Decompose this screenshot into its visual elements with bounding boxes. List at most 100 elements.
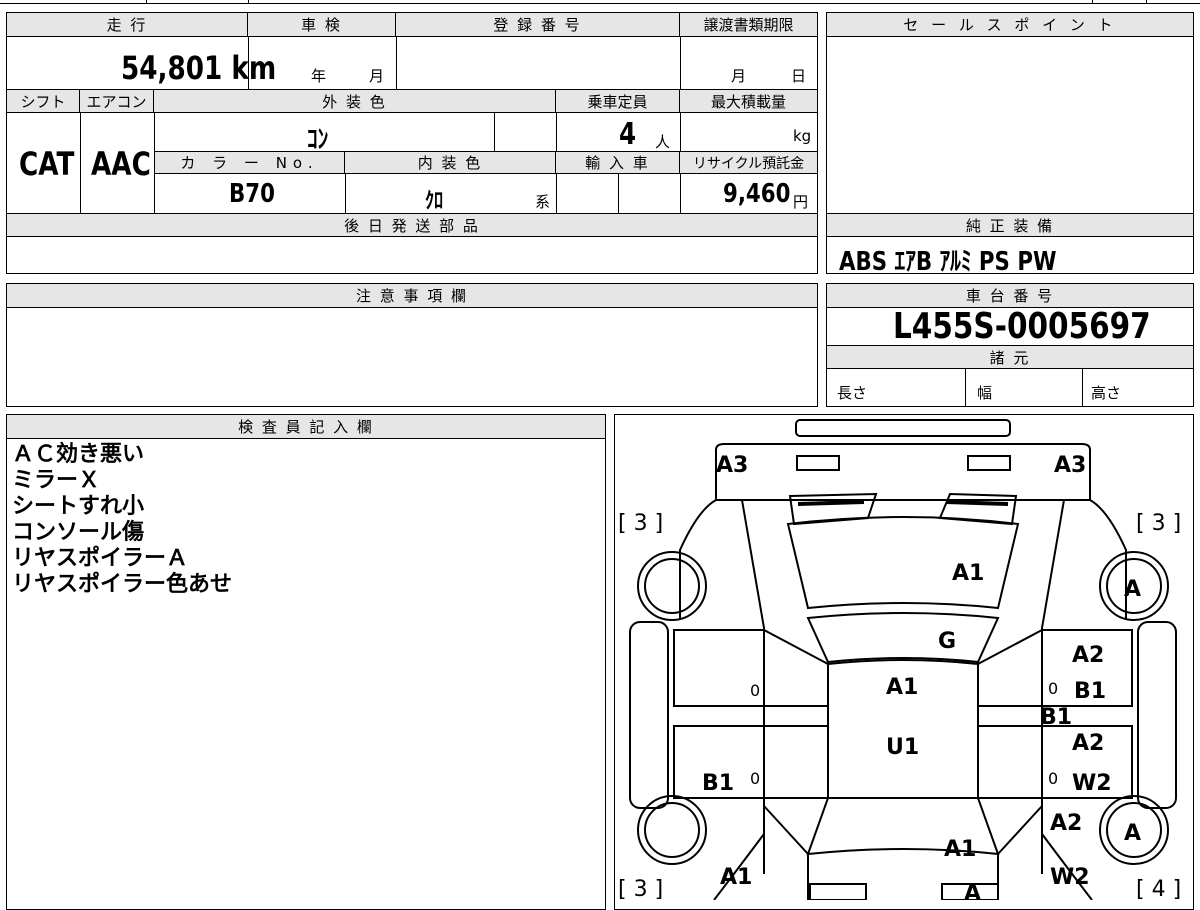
- recycle-unit: 円: [793, 193, 809, 211]
- mark-roof-rear: U1: [886, 735, 919, 760]
- mark-left-rear-bumper: A1: [720, 865, 752, 890]
- mark-rear-center: A: [964, 881, 981, 900]
- inspection-label: 車 検: [248, 13, 396, 37]
- max-load-unit: kg: [793, 127, 812, 145]
- interior-color-label: 内 装 色: [345, 152, 556, 174]
- interior-color-value: ｸﾛ: [425, 189, 444, 214]
- shift-label: シフト: [7, 90, 80, 113]
- capacity-label: 乗車定員: [556, 90, 680, 113]
- recycle-value: 9,460: [723, 179, 791, 209]
- height-label: 高さ: [1091, 384, 1122, 402]
- inspection-month-unit: 月: [369, 67, 385, 85]
- left-sill: [629, 621, 669, 809]
- capacity-value: 4: [619, 117, 637, 152]
- inspector-notes: ＡＣ効き悪い ミラーＸ シートすれ小 コンソール傷 リヤスポイラーＡ リヤスポイ…: [12, 442, 232, 598]
- top-strip-line: [0, 3, 1200, 4]
- mark-wheel-front-right: A: [1124, 577, 1141, 602]
- top-strip-divider: [146, 0, 147, 4]
- frame-panel: 車 台 番 号 L455S-0005697 諸 元 長さ 幅 高さ: [826, 283, 1194, 407]
- aircon-value: AAC: [91, 145, 151, 183]
- wheel-front-left: [637, 551, 707, 621]
- equipment-label: 純 正 装 備: [827, 214, 1193, 237]
- inspector-note: リヤスポイラー色あせ: [12, 572, 233, 597]
- cell-divider: [618, 174, 619, 213]
- wheel-rear-left: [637, 795, 707, 865]
- max-load-label: 最大積載量: [680, 90, 817, 113]
- exterior-color-label: 外 装 色: [154, 90, 556, 113]
- cell-divider: [345, 174, 346, 213]
- right-sill: [1137, 621, 1177, 809]
- mark-right-rear-door-upper: A2: [1072, 731, 1104, 756]
- inspector-note: シートすれ小: [12, 494, 145, 519]
- mark-left-rear-door: B1: [702, 771, 734, 796]
- mileage-value: 54,801 km: [121, 49, 277, 87]
- cell-divider: [80, 113, 81, 213]
- mark-rear-gate: A1: [944, 837, 976, 862]
- inspector-note: リヤスポイラーＡ: [12, 546, 189, 571]
- windshield: [806, 612, 1000, 664]
- mark-tire-rear-right: [ 4 ]: [1136, 877, 1181, 900]
- mark-right-rear-door-zero: 0: [1048, 769, 1058, 788]
- front-body: [715, 443, 1091, 501]
- specs-label: 諸 元: [827, 346, 1193, 369]
- color-no-label: カ ラ ー No.: [155, 152, 345, 174]
- aircon-label: エアコン: [80, 90, 154, 113]
- top-strip-divider: [1146, 0, 1147, 4]
- registration-label: 登 録 番 号: [396, 13, 680, 37]
- mark-front-left-corner: A3: [716, 453, 748, 478]
- mark-front-right-corner: A3: [1054, 453, 1086, 478]
- mark-tire-front-left: [ 3 ]: [618, 511, 663, 536]
- equipment-value: ABS ｴｱB ｱﾙﾐ PS PW: [839, 247, 1057, 277]
- width-label: 幅: [977, 384, 993, 402]
- length-label: 長さ: [837, 384, 868, 402]
- mark-tire-rear-left: [ 3 ]: [618, 877, 663, 900]
- mark-roof-front: A1: [886, 675, 918, 700]
- inspector-label: 検 査 員 記 入 欄: [7, 415, 605, 439]
- headlight-right: [967, 455, 1011, 471]
- caution-panel: 注 意 事 項 欄: [6, 283, 818, 407]
- cell-divider: [680, 37, 681, 89]
- mark-hood: A1: [952, 561, 984, 586]
- rear-quarters: [713, 833, 1093, 900]
- capacity-unit: 人: [655, 133, 671, 151]
- mark-windshield: G: [938, 629, 956, 654]
- rear-pillars: [763, 805, 1043, 855]
- cell-divider: [494, 113, 495, 151]
- mark-right-front-door-zero: 0: [1048, 679, 1058, 698]
- transfer-day-unit: 日: [791, 67, 807, 85]
- sales-point-label: セ ー ル ス ポ イ ン ト: [827, 13, 1193, 37]
- frame-label: 車 台 番 号: [827, 284, 1193, 308]
- wheel-rear-left-rim: [644, 802, 700, 858]
- mark-right-front-door-upper: A2: [1072, 643, 1104, 668]
- sales-point-panel: セ ー ル ス ポ イ ン ト 純 正 装 備 ABS ｴｱB ｱﾙﾐ PS P…: [826, 12, 1194, 277]
- inspection-year-unit: 年: [311, 67, 327, 85]
- transfer-month-unit: 月: [731, 67, 747, 85]
- top-strip-divider: [1092, 0, 1093, 4]
- recycle-label: リサイクル預託金: [680, 152, 817, 174]
- mark-left-front-door-zero: 0: [750, 681, 760, 700]
- inspector-note: ＡＣ効き悪い: [12, 442, 145, 467]
- import-label: 輸 入 車: [556, 152, 680, 174]
- car-damage-diagram: A3 A3 [ 3 ] [ 3 ] [ 3 ] [ 4 ] A A A1 G A…: [618, 419, 1181, 900]
- mark-right-rear-door-lower: W2: [1072, 771, 1112, 796]
- mark-right-rear-quarter: A2: [1050, 811, 1082, 836]
- top-strip-divider: [248, 0, 249, 4]
- mark-left-rear-door-zero: 0: [750, 769, 760, 788]
- inspector-note: ミラーＸ: [12, 468, 101, 493]
- mark-right-sill: B1: [1040, 705, 1072, 730]
- frame-number-value: L455S-0005697: [893, 306, 1151, 347]
- headlight-left: [796, 455, 840, 471]
- mark-wheel-rear-right: A: [1124, 821, 1141, 846]
- later-parts-label: 後 日 発 送 部 品: [7, 214, 817, 237]
- cell-divider: [1082, 369, 1083, 406]
- wheel-front-left-rim: [644, 558, 700, 614]
- mark-right-front-door-lower: B1: [1074, 679, 1106, 704]
- transfer-deadline-label: 譲渡書類期限: [680, 13, 817, 37]
- mark-tire-front-right: [ 3 ]: [1136, 511, 1181, 536]
- vehicle-info-table: 走 行 車 検 登 録 番 号 譲渡書類期限 54,801 km 年 月 月 日…: [6, 12, 818, 274]
- interior-suffix: 系: [535, 193, 551, 211]
- cell-divider: [396, 37, 397, 89]
- caution-label: 注 意 事 項 欄: [7, 284, 817, 308]
- mark-right-rear-bumper: W2: [1050, 865, 1090, 890]
- wipers: [797, 500, 1009, 506]
